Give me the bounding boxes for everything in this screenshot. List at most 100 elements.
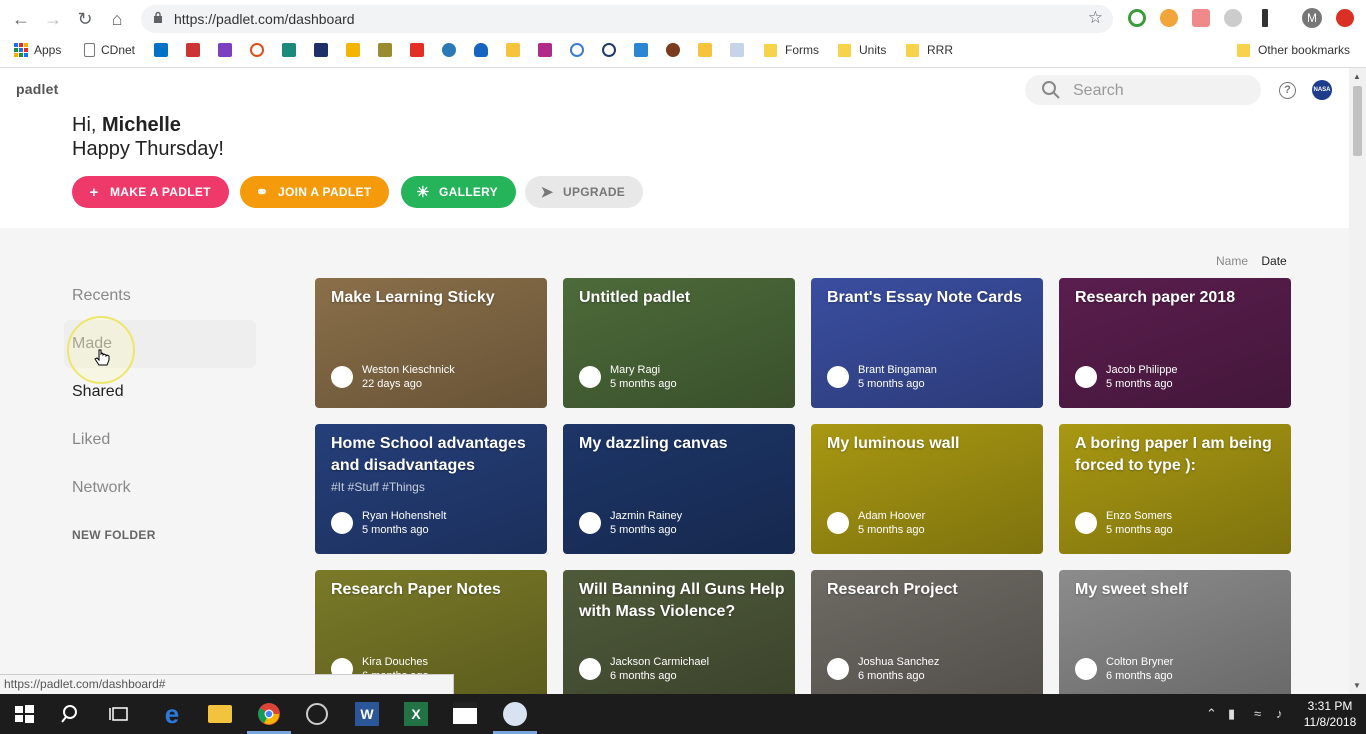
upgrade-button[interactable]: ➤ UPGRADE [525, 176, 644, 208]
padlet-card[interactable]: Research paper 2018 Jacob Philippe 5 month… [1059, 278, 1291, 408]
profile-avatar[interactable]: M [1302, 8, 1322, 28]
make-padlet-button[interactable]: + MAKE A PADLET [72, 176, 229, 208]
sidebar-item-recents[interactable]: Recents [72, 287, 131, 305]
link-icon: ⚭ [255, 184, 269, 201]
edge-icon[interactable]: e [160, 701, 184, 727]
bookmark-units[interactable]: Units [838, 42, 886, 58]
user-avatar[interactable]: NASA [1312, 80, 1332, 100]
scroll-down-icon[interactable]: ▼ [1353, 681, 1361, 690]
windows-start-icon[interactable] [12, 702, 36, 726]
bookmark-icon[interactable] [730, 43, 744, 57]
help-icon[interactable]: ? [1279, 82, 1296, 99]
extension-icon[interactable] [1160, 9, 1178, 27]
bookmark-icon[interactable] [442, 43, 456, 57]
app-icon[interactable] [503, 702, 527, 726]
media-player-icon[interactable] [306, 703, 328, 725]
bookmark-icon[interactable] [378, 43, 392, 57]
bookmark-cdnet[interactable]: CDnet [84, 42, 135, 58]
chrome-icon[interactable] [257, 702, 281, 726]
padlet-card[interactable]: My sweet shelf Colton Bryner 6 months ago [1059, 570, 1291, 694]
battery-icon[interactable]: ▮ [1228, 706, 1235, 722]
sort-by-name[interactable]: Name [1216, 254, 1248, 268]
folder-icon [838, 43, 851, 57]
bookmark-icon[interactable] [314, 43, 328, 57]
extension-icon[interactable] [1262, 9, 1268, 27]
padlet-logo[interactable]: padlet [16, 81, 58, 97]
bookmark-icon[interactable] [250, 43, 264, 57]
bookmark-icon[interactable] [570, 43, 584, 57]
bookmark-forms[interactable]: Forms [764, 42, 819, 58]
clapper-icon[interactable] [453, 702, 477, 724]
file-explorer-icon[interactable] [208, 705, 232, 723]
bookmark-apps[interactable]: Apps [14, 42, 61, 58]
bookmark-star-icon[interactable]: ☆ [1088, 8, 1103, 28]
gallery-button[interactable]: ☀ GALLERY [401, 176, 516, 208]
onedrive-icon[interactable] [474, 43, 488, 57]
volume-icon[interactable]: ♪ [1276, 706, 1283, 721]
scrollbar-thumb[interactable] [1353, 86, 1362, 156]
padlet-card[interactable]: Make Learning Sticky Weston Kieschnick 22 … [315, 278, 547, 408]
extension-icon[interactable] [1336, 9, 1354, 27]
search-input[interactable]: Search [1025, 75, 1261, 105]
bookmark-icon[interactable] [538, 43, 552, 57]
excel-icon[interactable]: X [404, 702, 428, 726]
apps-grid-icon [14, 43, 28, 57]
youtube-icon[interactable] [410, 43, 424, 57]
extension-icon[interactable] [1192, 9, 1210, 27]
wifi-icon[interactable]: ≈ [1254, 706, 1261, 721]
home-icon[interactable]: ⌂ [105, 7, 129, 31]
reload-icon[interactable]: ↻ [73, 7, 97, 31]
new-folder-button[interactable]: NEW FOLDER [72, 528, 156, 542]
padlet-card[interactable]: My dazzling canvas Jazmin Rainey 5 months … [563, 424, 795, 554]
padlet-owner: Joshua Sanchez [858, 656, 940, 668]
padlet-card[interactable]: Research Project Joshua Sanchez 6 months a… [811, 570, 1043, 694]
join-padlet-button[interactable]: ⚭ JOIN A PADLET [240, 176, 390, 208]
padlet-card[interactable]: My luminous wall Adam Hoover 5 months ago [811, 424, 1043, 554]
drive-icon[interactable] [346, 43, 360, 57]
padlet-card[interactable]: Home School advantages and disadvantages… [315, 424, 547, 554]
sort-options: Name Date [1216, 254, 1297, 268]
search-icon[interactable] [60, 702, 84, 726]
bookmark-icon[interactable] [602, 43, 616, 57]
bookmark-icon[interactable] [218, 43, 232, 57]
outlook-icon[interactable] [154, 43, 168, 57]
plus-icon: + [89, 183, 99, 201]
system-clock[interactable]: 3:31 PM 11/8/2018 [1300, 698, 1360, 730]
task-view-icon[interactable] [108, 702, 132, 726]
page-scrollbar[interactable]: ▲ ▼ [1349, 68, 1366, 694]
address-bar[interactable]: https://padlet.com/dashboard ☆ [141, 5, 1113, 33]
padlet-card[interactable]: A boring paper I am being forced to type… [1059, 424, 1291, 554]
padlet-title: My luminous wall [827, 435, 960, 452]
sort-by-date[interactable]: Date [1261, 254, 1286, 268]
bookmark-rrr[interactable]: RRR [906, 42, 953, 58]
browser-toolbar: ← → ↻ ⌂ https://padlet.com/dashboard ☆ M… [0, 0, 1366, 68]
owner-avatar [331, 366, 353, 388]
word-icon[interactable]: W [355, 702, 379, 726]
sidebar-item-network[interactable]: Network [72, 479, 131, 497]
sidebar-item-liked[interactable]: Liked [72, 431, 110, 449]
extension-icon[interactable] [1224, 9, 1242, 27]
bookmark-icon[interactable] [634, 43, 648, 57]
padlet-card[interactable]: Untitled padlet Mary Ragi 5 months ago [563, 278, 795, 408]
bookmark-icon[interactable] [186, 43, 200, 57]
bookmark-icon[interactable] [282, 43, 296, 57]
hand-cursor-icon [94, 349, 110, 366]
extension-icon[interactable] [1128, 9, 1146, 27]
bookmark-icon[interactable] [506, 43, 520, 57]
padlet-owner: Ryan Hohenshelt [362, 510, 447, 522]
padlet-dashboard: padlet Search ? NASA Hi, Michelle Happy … [0, 68, 1349, 694]
sidebar-item-shared[interactable]: Shared [72, 383, 124, 401]
padlet-title: Research Paper Notes [331, 581, 501, 598]
padlet-owner: Weston Kieschnick [362, 364, 455, 376]
bookmark-other[interactable]: Other bookmarks [1237, 42, 1350, 58]
padlet-updated: 5 months ago [610, 378, 677, 390]
back-icon[interactable]: ← [9, 7, 33, 31]
padlet-card[interactable]: Brant's Essay Note Cards Brant Bingaman 5 … [811, 278, 1043, 408]
padlet-card[interactable]: Will Banning All Guns Help with Mass Vio… [563, 570, 795, 694]
scroll-up-icon[interactable]: ▲ [1353, 72, 1361, 81]
tray-expand-icon[interactable]: ⌃ [1206, 706, 1217, 722]
padlet-owner: Colton Bryner [1106, 656, 1174, 668]
bookmark-icon[interactable] [698, 43, 712, 57]
bookmark-icon[interactable] [666, 43, 680, 57]
forward-icon[interactable]: → [41, 7, 65, 31]
